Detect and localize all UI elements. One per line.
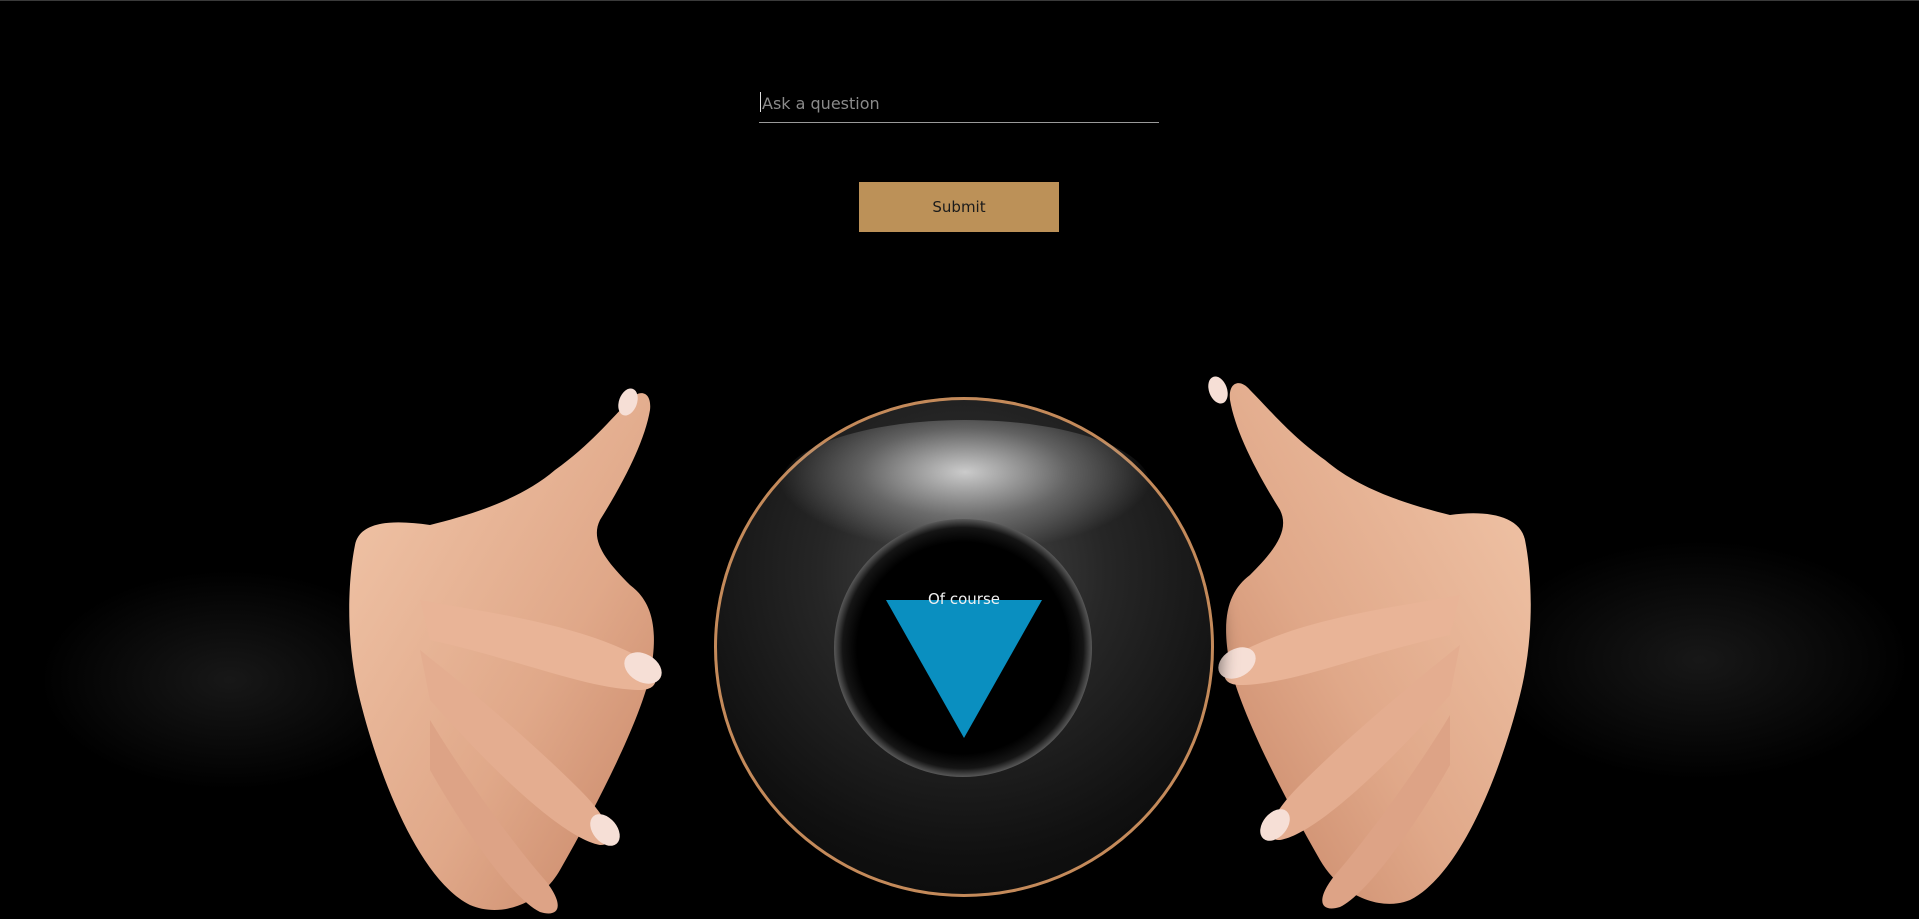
triangle-die-icon [886,600,1042,738]
answer-text: Of course [928,590,1000,608]
magic-eight-ball-page: Submit [0,0,1919,919]
